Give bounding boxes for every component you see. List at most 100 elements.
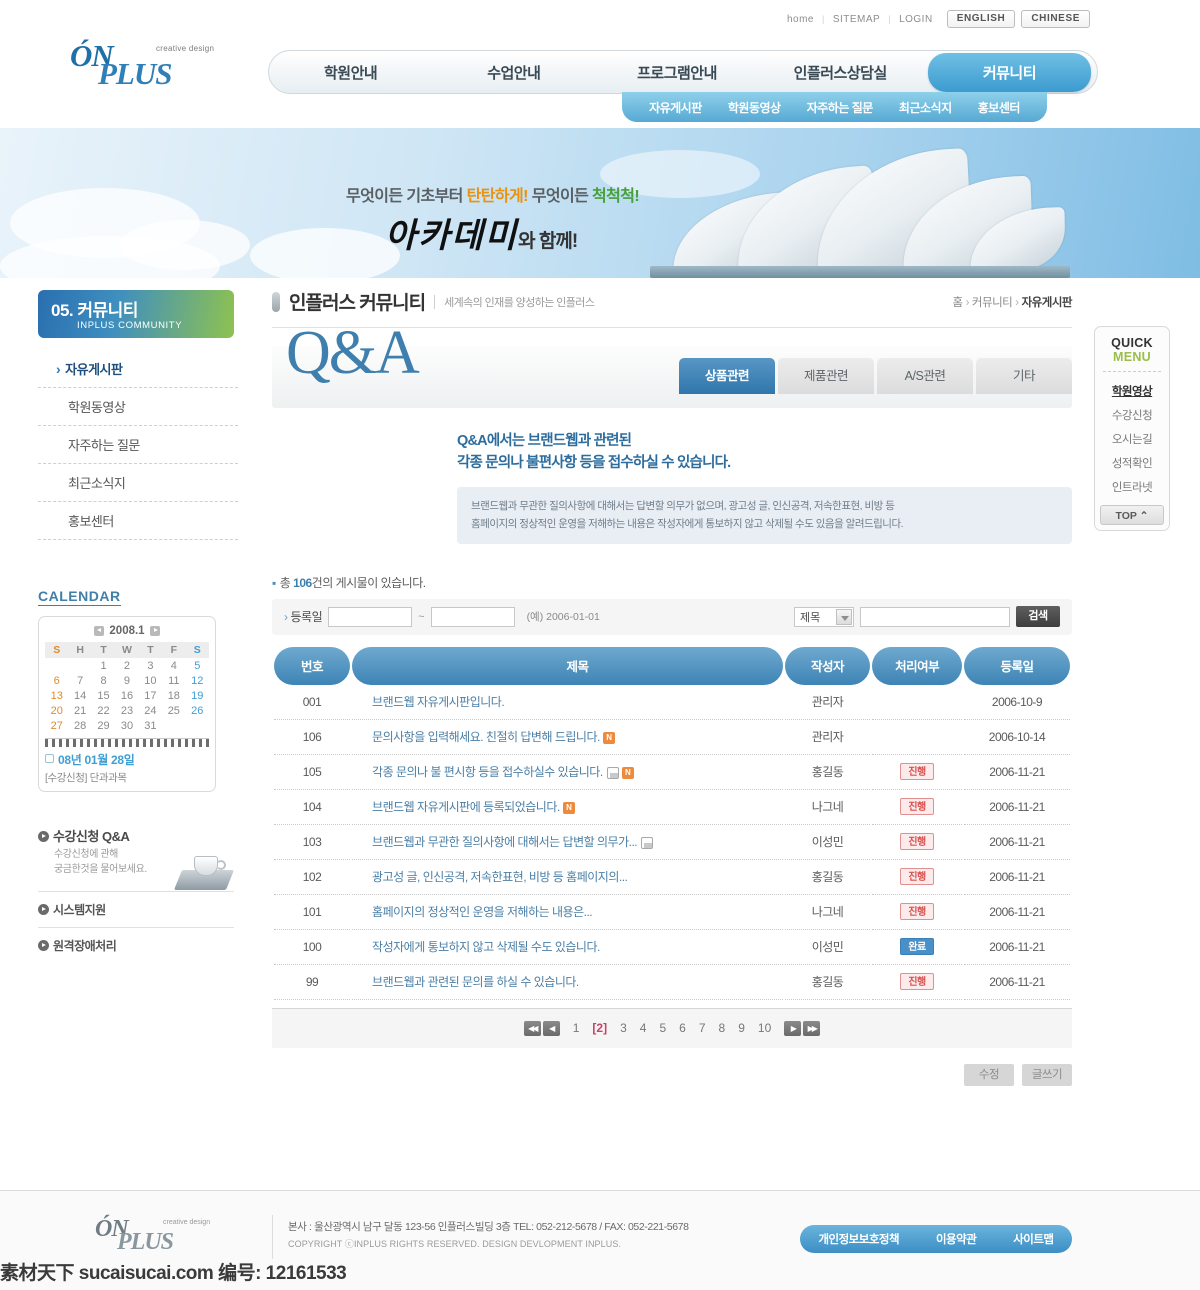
post-link[interactable]: 문의사항을 입력해세요. 친절히 답변해 드립니다. [372, 730, 600, 744]
post-link[interactable]: 광고성 글, 인신공격, 저속한표현, 비방 등 홈페이지의... [372, 870, 628, 884]
sidebar-item-board[interactable]: 자유게시판 [38, 350, 238, 388]
breadcrumb-home[interactable]: 홈 [952, 297, 963, 309]
edit-button[interactable]: 수정 [964, 1063, 1014, 1086]
post-link[interactable]: 브랜드웹 자유게시판에 등록되었습니다. [372, 800, 560, 814]
calendar-day[interactable]: 9 [115, 673, 138, 688]
calendar-day[interactable]: 19 [186, 688, 209, 703]
post-link[interactable]: 작성자에게 통보하지 않고 삭제될 수도 있습니다. [372, 940, 600, 954]
cell-title[interactable]: 각종 문의나 불 편시항 등을 접수하실수 있습니다. N [352, 755, 783, 790]
quick-item-intranet[interactable]: 인트라넷 [1095, 475, 1169, 499]
table-row[interactable]: 103 브랜드웹과 무관한 질의사항에 대해서는 답변할 의무가... 이성민 … [274, 825, 1070, 860]
calendar-day[interactable]: 24 [139, 703, 162, 718]
footer-link-privacy[interactable]: 개인정보보호정책 [818, 1231, 899, 1247]
cell-title[interactable]: 홈페이지의 정상적인 운영을 저해하는 내용은... [352, 895, 783, 930]
calendar-day[interactable]: 2 [115, 658, 138, 673]
date-to-input[interactable] [430, 606, 515, 627]
subnav-item-news[interactable]: 최근소식지 [899, 99, 952, 116]
page-2-current[interactable]: [2] [592, 1021, 607, 1035]
table-row[interactable]: 105 각종 문의나 불 편시항 등을 접수하실수 있습니다. N 홍길동 진행 … [274, 755, 1070, 790]
calendar-day[interactable]: 8 [92, 673, 115, 688]
footer-link-terms[interactable]: 이용약관 [936, 1231, 977, 1247]
calendar-day[interactable]: 22 [92, 703, 115, 718]
page-6[interactable]: 6 [679, 1021, 686, 1035]
calendar-day[interactable]: 11 [162, 673, 185, 688]
scroll-to-top-button[interactable]: TOP ⌃ [1100, 505, 1164, 525]
nav-item-counseling[interactable]: 인플러스상담실 [759, 62, 922, 83]
sidebar-item-news[interactable]: 최근소식지 [38, 464, 238, 502]
sidebar-item-faq[interactable]: 자주하는 질문 [38, 426, 238, 464]
cell-title[interactable]: 광고성 글, 인신공격, 저속한표현, 비방 등 홈페이지의... [352, 860, 783, 895]
post-link[interactable]: 브랜드웹 자유게시판입니다. [372, 695, 505, 709]
search-button[interactable]: 검색 [1016, 606, 1060, 628]
calendar-day[interactable]: 29 [92, 718, 115, 733]
calendar-prev-icon[interactable] [94, 625, 105, 636]
sidebar-item-video[interactable]: 학원동영상 [38, 388, 238, 426]
tab-item-related[interactable]: 제품관련 [778, 358, 874, 394]
calendar-day[interactable]: 15 [92, 688, 115, 703]
calendar-day[interactable]: 17 [139, 688, 162, 703]
table-row[interactable]: 99 브랜드웹과 관련된 문의를 하실 수 있습니다. 홍길동 진행 2006-… [274, 965, 1070, 1000]
calendar-day[interactable] [68, 658, 91, 673]
cell-title[interactable]: 브랜드웹 자유게시판입니다. [352, 685, 783, 720]
page-3[interactable]: 3 [620, 1021, 627, 1035]
lang-button-english[interactable]: ENGLISH [946, 10, 1016, 28]
quick-item-directions[interactable]: 오시는길 [1095, 427, 1169, 451]
search-field-select[interactable]: 제목 [794, 606, 854, 627]
calendar-day[interactable]: 6 [45, 673, 68, 688]
calendar-day[interactable]: 16 [115, 688, 138, 703]
cell-title[interactable]: 브랜드웹과 무관한 질의사항에 대해서는 답변할 의무가... [352, 825, 783, 860]
page-8[interactable]: 8 [719, 1021, 726, 1035]
breadcrumb-level1[interactable]: 커뮤니티 [972, 297, 1013, 309]
next-page-icon[interactable]: ▶ [784, 1020, 802, 1036]
write-button[interactable]: 글쓰기 [1022, 1063, 1072, 1086]
date-from-input[interactable] [328, 606, 413, 627]
sidebar-item-pr[interactable]: 홍보센터 [38, 502, 238, 540]
page-4[interactable]: 4 [640, 1021, 647, 1035]
cell-title[interactable]: 문의사항을 입력해세요. 친절히 답변해 드립니다. N [352, 720, 783, 755]
post-link[interactable]: 브랜드웹과 무관한 질의사항에 대해서는 답변할 의무가... [372, 835, 638, 849]
nav-item-classes[interactable]: 수업안내 [432, 62, 595, 83]
post-link[interactable]: 브랜드웹과 관련된 문의를 하실 수 있습니다. [372, 975, 579, 989]
calendar-day[interactable]: 30 [115, 718, 138, 733]
top-link-sitemap[interactable]: SITEMAP [825, 14, 888, 25]
last-page-icon[interactable]: ▶▶ [803, 1020, 821, 1036]
top-link-home[interactable]: home [779, 14, 822, 25]
calendar-day[interactable]: 7 [68, 673, 91, 688]
quick-item-video[interactable]: 학원영상 [1095, 379, 1169, 403]
site-logo[interactable]: ÓN PLUS creative design [70, 40, 260, 91]
quick-item-grades[interactable]: 성적확인 [1095, 451, 1169, 475]
post-link[interactable]: 홈페이지의 정상적인 운영을 저해하는 내용은... [372, 905, 593, 919]
calendar-day[interactable]: 21 [68, 703, 91, 718]
table-row[interactable]: 104 브랜드웹 자유게시판에 등록되었습니다. N 나그네 진행 2006-11… [274, 790, 1070, 825]
footer-link-sitemap[interactable]: 사이트맵 [1013, 1231, 1054, 1247]
first-page-icon[interactable]: ◀◀ [523, 1020, 541, 1036]
page-10[interactable]: 10 [758, 1021, 771, 1035]
table-row[interactable]: 106 문의사항을 입력해세요. 친절히 답변해 드립니다. N 관리자 2006… [274, 720, 1070, 755]
top-link-login[interactable]: LOGIN [891, 14, 941, 25]
calendar-day[interactable]: 20 [45, 703, 68, 718]
table-row[interactable]: 102 광고성 글, 인신공격, 저속한표현, 비방 등 홈페이지의... 홍길… [274, 860, 1070, 895]
calendar-day[interactable]: 12 [186, 673, 209, 688]
calendar-day[interactable]: 10 [139, 673, 162, 688]
chevron-down-icon[interactable] [836, 608, 852, 625]
tab-as-related[interactable]: A/S관련 [877, 358, 973, 394]
calendar-day[interactable]: 23 [115, 703, 138, 718]
page-1[interactable]: 1 [573, 1021, 580, 1035]
page-7[interactable]: 7 [699, 1021, 706, 1035]
tab-etc[interactable]: 기타 [976, 358, 1072, 394]
calendar-day[interactable]: 1 [92, 658, 115, 673]
search-keyword-input[interactable] [860, 606, 1010, 627]
subnav-item-faq[interactable]: 자주하는 질문 [807, 99, 874, 116]
calendar-day[interactable] [186, 718, 209, 733]
cell-title[interactable]: 브랜드웹과 관련된 문의를 하실 수 있습니다. [352, 965, 783, 1000]
table-row[interactable]: 100 작성자에게 통보하지 않고 삭제될 수도 있습니다. 이성민 완료 20… [274, 930, 1070, 965]
nav-item-programs[interactable]: 프로그램안내 [595, 62, 758, 83]
prev-page-icon[interactable]: ◀ [542, 1020, 560, 1036]
nav-item-academy[interactable]: 학원안내 [269, 62, 432, 83]
cell-title[interactable]: 브랜드웹 자유게시판에 등록되었습니다. N [352, 790, 783, 825]
calendar-day[interactable]: 27 [45, 718, 68, 733]
calendar-day[interactable] [162, 718, 185, 733]
calendar-day[interactable]: 28 [68, 718, 91, 733]
nav-item-community[interactable]: 커뮤니티 [927, 52, 1092, 92]
subnav-item-pr[interactable]: 홍보센터 [978, 99, 1021, 116]
